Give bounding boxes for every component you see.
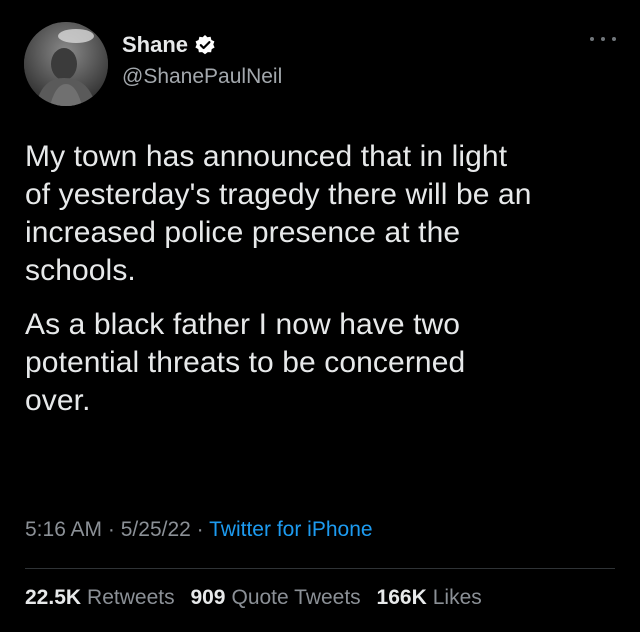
avatar-photo-icon — [24, 22, 108, 106]
meta-separator: · — [107, 518, 115, 541]
retweets-stat[interactable]: 22.5K Retweets — [25, 586, 175, 609]
user-info: Shane @ShanePaulNeil — [122, 30, 282, 92]
tweet-paragraph: My town has announced that in light of y… — [25, 138, 625, 290]
avatar[interactable] — [24, 22, 108, 106]
tweet-paragraph: As a black father I now have two potenti… — [25, 306, 625, 420]
tweet-line: over. — [25, 384, 91, 417]
likes-count: 166K — [376, 586, 427, 609]
retweets-count: 22.5K — [25, 586, 82, 609]
tweet-text: My town has announced that in light of y… — [25, 138, 625, 436]
meta-separator: · — [196, 518, 204, 541]
tweet-date[interactable]: 5/25/22 — [121, 518, 191, 541]
tweet-card: Shane @ShanePaulNeil My town has announc… — [0, 0, 640, 632]
quote-tweets-count: 909 — [190, 586, 226, 609]
quote-tweets-stat[interactable]: 909 Quote Tweets — [190, 586, 360, 609]
user-handle[interactable]: @ShanePaulNeil — [122, 62, 282, 92]
retweets-label: Retweets — [87, 586, 175, 609]
verified-badge-icon — [194, 34, 216, 56]
tweet-line: My town has announced that in light — [25, 140, 508, 173]
tweet-line: potential threats to be concerned — [25, 346, 466, 379]
tweet-line: of yesterday's tragedy there will be an — [25, 178, 532, 211]
tweet-line: As a black father I now have two — [25, 308, 461, 341]
likes-label: Likes — [432, 586, 482, 609]
tweet-header: Shane @ShanePaulNeil — [24, 22, 620, 106]
more-options-icon[interactable] — [590, 32, 616, 46]
tweet-time[interactable]: 5:16 AM — [25, 518, 102, 541]
display-name[interactable]: Shane — [122, 30, 188, 60]
quote-tweets-label: Quote Tweets — [231, 586, 361, 609]
tweet-stats: 22.5K Retweets 909 Quote Tweets 166K Likes — [25, 584, 482, 612]
tweet-meta: 5:16 AM · 5/25/22 · Twitter for iPhone — [25, 516, 373, 544]
tweet-line: increased police presence at the — [25, 216, 461, 249]
tweet-line: schools. — [25, 254, 136, 287]
tweet-source-link[interactable]: Twitter for iPhone — [209, 518, 372, 541]
display-name-row: Shane — [122, 30, 282, 60]
divider — [25, 568, 615, 569]
likes-stat[interactable]: 166K Likes — [377, 586, 482, 609]
